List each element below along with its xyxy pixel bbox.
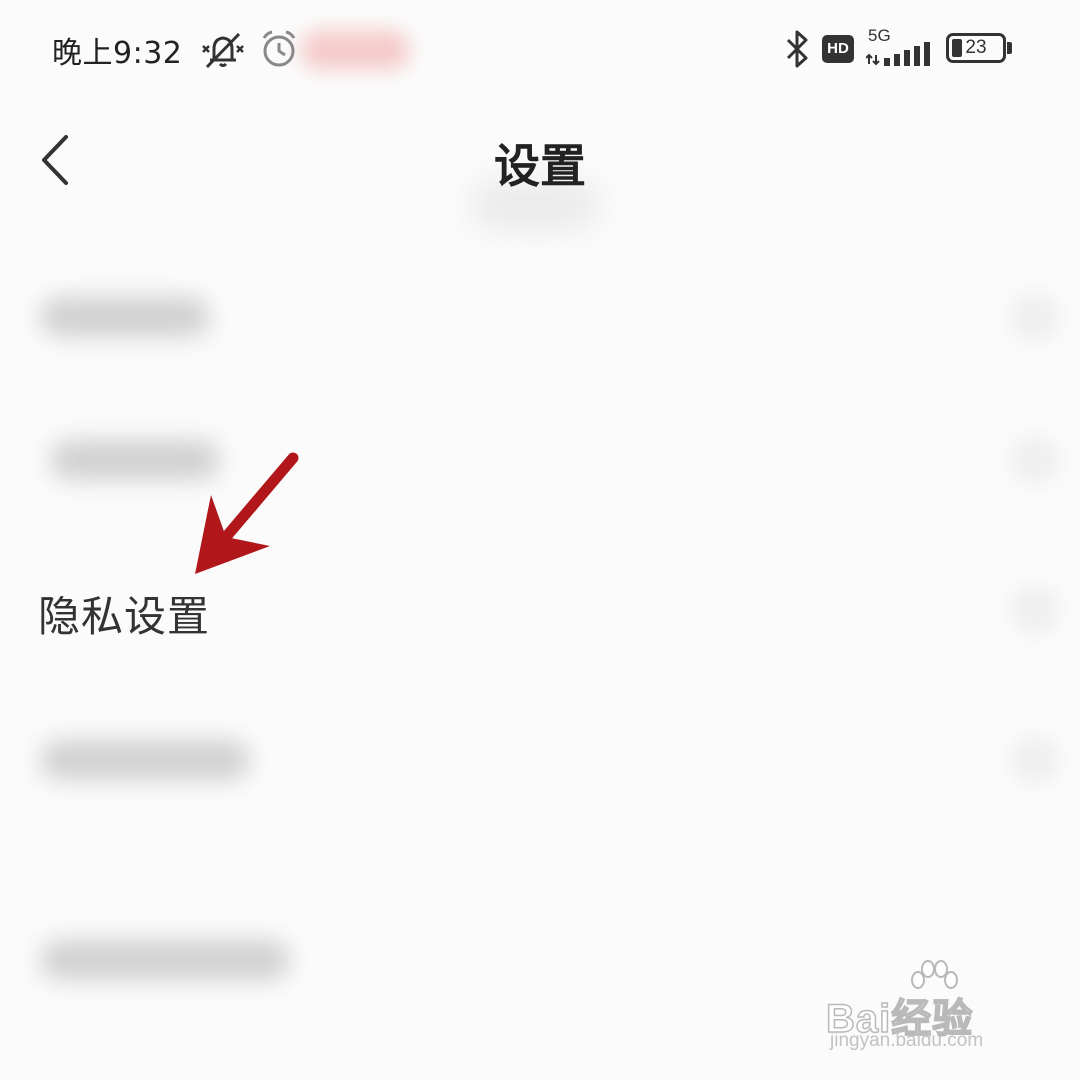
- page-title: 设置: [494, 139, 586, 193]
- blurred-label: [40, 940, 290, 980]
- blurred-label: [40, 740, 250, 780]
- blurred-label: [40, 297, 210, 337]
- watermark-url: jingyan.baidu.com: [830, 1030, 984, 1051]
- settings-item-privacy[interactable]: 隐私设置: [0, 555, 1080, 665]
- chevron-right-icon: [1010, 435, 1060, 485]
- bluetooth-icon: [786, 30, 808, 68]
- chevron-right-icon: [1010, 292, 1060, 342]
- status-time: 晚上9:32: [52, 36, 183, 71]
- settings-item-blurred-3[interactable]: [0, 705, 1080, 815]
- battery-icon: 23: [946, 33, 1006, 63]
- settings-screen: 晚上9:32 HD 5G 23 设置 隐私设置 Bai经验 jingyan.ba…: [0, 0, 1080, 1080]
- baidu-jingyan-watermark: Bai经验 jingyan.baidu.com: [825, 958, 1036, 1058]
- chevron-right-icon: [1010, 735, 1060, 785]
- mute-bell-icon: [202, 32, 244, 69]
- settings-item-blurred-2[interactable]: [0, 405, 1080, 515]
- privacy-settings-label: 隐私设置: [38, 592, 211, 641]
- signal-icon: [866, 42, 930, 66]
- hd-badge: HD: [822, 35, 854, 63]
- annotation-arrow-icon: [195, 452, 299, 574]
- alarm-icon: [262, 30, 296, 67]
- chevron-right-icon: [1010, 585, 1060, 635]
- settings-item-blurred-1[interactable]: [0, 262, 1080, 372]
- notification-blur: [300, 30, 410, 70]
- battery-level: 23: [965, 37, 987, 58]
- battery-cap: [1007, 42, 1012, 54]
